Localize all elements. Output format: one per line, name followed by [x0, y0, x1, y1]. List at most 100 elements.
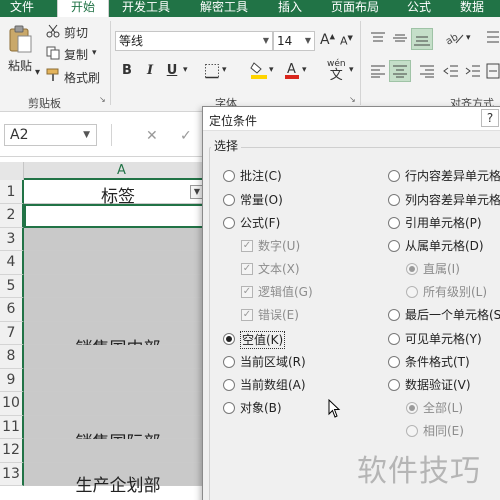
font-size-combo[interactable]: 14 ▼ — [273, 31, 315, 51]
increase-indent-icon[interactable] — [465, 64, 481, 81]
ribbon-separator — [360, 21, 361, 105]
underline-button[interactable]: U — [164, 63, 180, 78]
row-header[interactable]: 12 — [0, 439, 24, 463]
table-cell[interactable] — [24, 227, 219, 251]
row-header[interactable]: 11 — [0, 415, 24, 439]
option-label: 直属(I) — [423, 262, 460, 276]
option-label: 所有级别(L) — [423, 285, 488, 299]
font-color-dropdown-icon[interactable]: ▾ — [302, 65, 307, 75]
row-header[interactable]: 2 — [0, 204, 24, 228]
copy-icon[interactable] — [46, 46, 60, 63]
fill-color-dropdown-icon[interactable]: ▾ — [269, 65, 274, 75]
grow-font-button[interactable]: A▲ — [320, 32, 335, 48]
dialog-title-bar[interactable]: 定位条件 ? — [203, 107, 500, 131]
row-header[interactable]: 7 — [0, 321, 24, 345]
align-right-icon[interactable] — [419, 64, 435, 81]
align-middle-icon[interactable] — [392, 31, 408, 48]
checkbox-mark: ✓ — [241, 263, 253, 275]
borders-dropdown-icon[interactable]: ▾ — [222, 65, 227, 75]
table-cell[interactable] — [24, 439, 219, 463]
bold-button[interactable]: B — [119, 63, 135, 78]
option-label: 错误(E) — [258, 308, 299, 322]
option-label: 空值(K) — [240, 331, 286, 349]
row-header[interactable]: 8 — [0, 345, 24, 369]
table-cell[interactable] — [24, 251, 219, 275]
row-header[interactable]: 1 — [0, 180, 24, 204]
tab-developer[interactable]: 开发工具 — [122, 0, 180, 17]
underline-dropdown-icon[interactable]: ▾ — [183, 65, 188, 75]
table-cell[interactable] — [24, 298, 219, 322]
enter-icon[interactable]: ✓ — [180, 128, 192, 144]
table-cell[interactable] — [24, 204, 219, 228]
align-left-icon[interactable] — [370, 64, 386, 81]
radio-mark — [388, 170, 400, 182]
radio-mark — [406, 263, 418, 275]
font-launcher-icon[interactable]: ↘ — [349, 95, 356, 104]
tab-decrypt[interactable]: 解密工具 — [200, 0, 260, 17]
radio-mark — [388, 217, 400, 229]
borders-icon[interactable] — [204, 63, 220, 82]
tab-page-layout[interactable]: 页面布局 — [331, 0, 387, 17]
copy-dropdown-icon[interactable]: ▾ — [92, 48, 97, 58]
align-top-icon[interactable] — [370, 31, 386, 48]
radio-mark — [223, 170, 235, 182]
paste-label[interactable]: 粘贴 — [8, 57, 32, 74]
phonetic-guide-button[interactable]: wén 文 — [327, 60, 346, 83]
phonetic-dropdown-icon[interactable]: ▾ — [349, 65, 354, 75]
font-color-icon[interactable]: A — [284, 60, 300, 83]
row-header[interactable]: 10 — [0, 392, 24, 416]
tab-insert[interactable]: 插入 — [278, 0, 308, 17]
row-header[interactable]: 6 — [0, 298, 24, 322]
table-cell[interactable] — [24, 345, 219, 369]
merge-icon[interactable] — [486, 62, 500, 83]
column-header-a[interactable]: A — [24, 162, 219, 180]
tab-data[interactable]: 数据 — [460, 0, 500, 17]
table-cell[interactable] — [24, 274, 219, 298]
table-cell[interactable] — [24, 392, 219, 416]
tab-home[interactable]: 开始 — [57, 0, 109, 17]
row-header[interactable]: 5 — [0, 274, 24, 298]
italic-button[interactable]: I — [142, 63, 158, 78]
radio-mark — [388, 356, 400, 368]
option-label: 数据验证(V) — [405, 378, 471, 392]
option-label: 引用单元格(P) — [405, 216, 482, 230]
checkbox-mark: ✓ — [241, 286, 253, 298]
align-bottom-icon[interactable] — [411, 28, 433, 50]
option-label: 全部(L) — [423, 401, 464, 415]
paste-icon[interactable] — [8, 25, 34, 58]
fill-color-icon[interactable] — [250, 60, 268, 83]
tab-file[interactable]: 文件 — [10, 0, 46, 17]
cut-label[interactable]: 剪切 — [64, 24, 88, 41]
table-cell[interactable] — [24, 368, 219, 392]
option-label: 行内容差异单元格 — [405, 169, 500, 183]
orientation-icon[interactable]: ab — [444, 29, 466, 50]
format-painter-icon[interactable] — [46, 68, 60, 85]
cut-icon[interactable] — [46, 24, 60, 41]
decrease-indent-icon[interactable] — [443, 64, 459, 81]
clipboard-launcher-icon[interactable]: ↘ — [99, 95, 106, 104]
paste-dropdown-icon[interactable]: ▾ — [35, 67, 40, 78]
option-label: 当前区域(R) — [240, 355, 306, 369]
row-header[interactable]: 13 — [0, 462, 24, 486]
format-painter-label[interactable]: 格式刷 — [64, 69, 100, 86]
help-button[interactable]: ? — [481, 109, 499, 127]
align-center-icon[interactable] — [389, 60, 411, 82]
svg-text:A: A — [287, 62, 296, 77]
select-all-corner[interactable] — [0, 162, 24, 180]
row-header[interactable]: 3 — [0, 227, 24, 251]
name-box[interactable]: A2 ▼ — [4, 124, 97, 146]
orientation-dropdown-icon[interactable]: ▾ — [466, 33, 471, 43]
radio-mark — [388, 309, 400, 321]
wrap-text-icon[interactable] — [486, 29, 500, 50]
copy-label[interactable]: 复制 — [64, 46, 88, 63]
radio-mark — [388, 194, 400, 206]
dialog-title: 定位条件 — [209, 114, 258, 128]
tab-formulas[interactable]: 公式 — [407, 0, 437, 17]
font-name-combo[interactable]: 等线 ▼ — [115, 31, 273, 51]
radio-mark — [223, 333, 235, 345]
row-header[interactable]: 4 — [0, 251, 24, 275]
shrink-font-button[interactable]: A▼ — [340, 34, 353, 48]
cancel-icon[interactable]: ✕ — [146, 128, 158, 144]
row-header[interactable]: 9 — [0, 368, 24, 392]
option-label: 对象(B) — [240, 401, 282, 415]
